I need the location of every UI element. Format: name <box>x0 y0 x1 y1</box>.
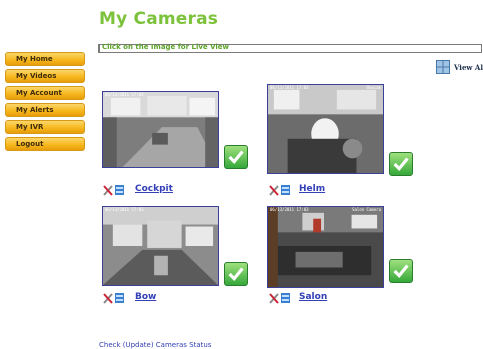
nav-my-ivr[interactable]: My IVR <box>5 120 85 134</box>
check-icon[interactable] <box>389 259 413 283</box>
camera-thumbnail-salon[interactable]: 06/13/2011 17:03 Salon Camera <box>267 206 384 288</box>
nav-my-videos[interactable]: My Videos <box>5 69 85 83</box>
nav-my-account[interactable]: My Account <box>5 86 85 100</box>
check-icon[interactable] <box>224 262 248 286</box>
camera-tag: Bowcam <box>366 85 381 90</box>
nav-my-alerts[interactable]: My Alerts <box>5 103 85 117</box>
instruction-text: Click on the Image for Live View <box>102 43 229 51</box>
camera-timestamp: 06/13/2011 17:03 <box>105 207 144 212</box>
grid-icon <box>436 60 450 74</box>
camera-tag: Salon Camera <box>352 207 381 212</box>
camera-link-salon[interactable]: Salon <box>299 292 327 302</box>
tools-icon[interactable] <box>269 184 291 196</box>
camera-timestamp: 06/13/2011 17:03 <box>270 85 309 90</box>
view-all-label: View Al <box>454 63 483 72</box>
check-icon[interactable] <box>389 152 413 176</box>
camera-image-cockpit <box>103 92 218 167</box>
tools-icon[interactable] <box>103 184 125 196</box>
page-title: My Cameras <box>99 9 219 29</box>
nav-my-home[interactable]: My Home <box>5 52 85 66</box>
sidebar-nav: My Home My Videos My Account My Alerts M… <box>5 52 85 154</box>
camera-image-bow <box>103 207 218 285</box>
check-icon[interactable] <box>224 145 248 169</box>
camera-timestamp: 06/13/2011 17:03 <box>270 207 309 212</box>
nav-logout[interactable]: Logout <box>5 137 85 151</box>
camera-link-cockpit[interactable]: Cockpit <box>135 184 173 194</box>
camera-timestamp: 06/13/2011 17:03 <box>105 92 144 97</box>
camera-image-salon <box>268 207 383 287</box>
check-cameras-status-link[interactable]: Check (Update) Cameras Status <box>99 341 211 349</box>
tools-icon[interactable] <box>103 292 125 304</box>
camera-thumbnail-bow[interactable]: 06/13/2011 17:03 <box>102 206 219 286</box>
camera-thumbnail-cockpit[interactable]: 06/13/2011 17:03 <box>102 91 219 168</box>
tools-icon[interactable] <box>269 292 291 304</box>
camera-link-bow[interactable]: Bow <box>135 292 156 302</box>
camera-image-helm <box>268 85 383 173</box>
camera-thumbnail-helm[interactable]: 06/13/2011 17:03 Bowcam <box>267 84 384 174</box>
camera-link-helm[interactable]: Helm <box>299 184 325 194</box>
instruction-bar: Click on the Image for Live View <box>98 43 482 53</box>
